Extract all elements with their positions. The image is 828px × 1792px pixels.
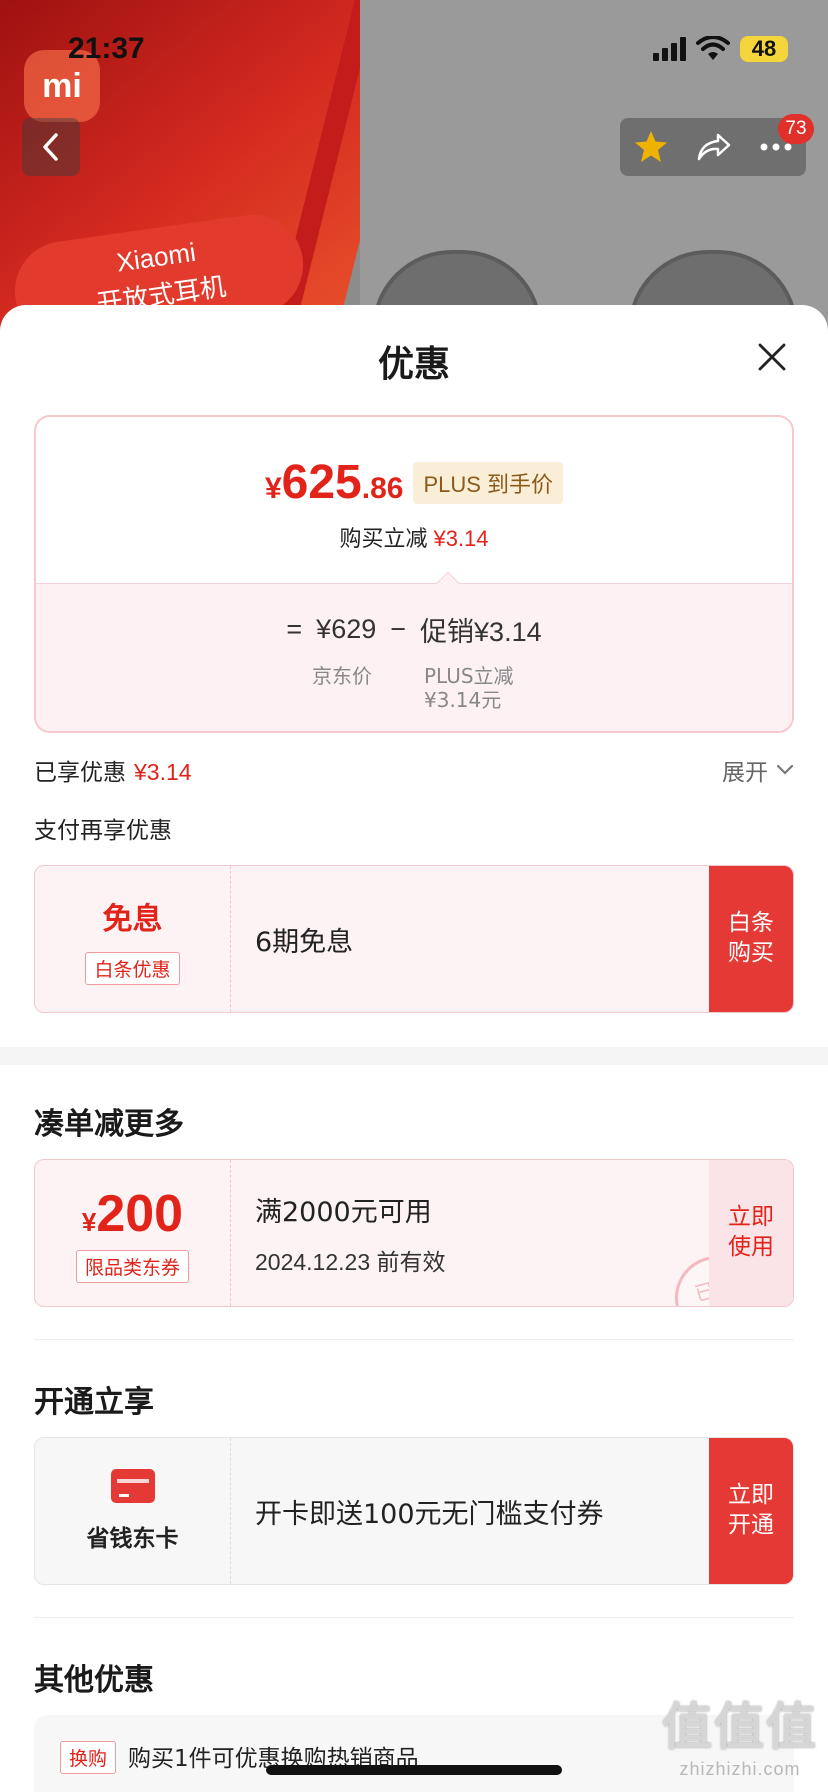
cart-count-badge: 73 [778,114,814,144]
minus-sign: − [390,614,407,644]
section-title-more: 凑单减更多 [34,1107,184,1142]
more-icon[interactable] [759,142,793,152]
wifi-icon [696,36,730,60]
coupon-category-tag: 限品类东券 [75,1249,189,1283]
discount-sheet: 优惠 ¥625.86 PLUS 到手价 购买立减 ¥3.14 = ¥629 − 促… [0,305,828,1792]
use-coupon-button[interactable]: 立即 使用 [709,1160,793,1306]
battery-indicator: 48 [740,36,788,62]
installment-text: 6期免息 [255,926,354,958]
buy-reduce-line: 购买立减 ¥3.14 [339,526,489,552]
baitiao-offer-card: 免息 白条优惠 6期免息 白条 购买 [34,865,794,1013]
enjoyed-discount: 已享优惠 ¥3.14 [34,759,192,786]
status-icons: 48 [653,36,788,62]
jd-price: ¥629 [316,614,377,644]
coupon-amount: ¥200 [81,1184,184,1243]
equals-sign: = [286,614,303,644]
section-divider [0,1047,828,1065]
signal-icon [653,37,686,61]
coupon-expiry: 2024.12.23 前有效 [255,1248,446,1275]
pay-more-label: 支付再享优惠 [34,818,172,844]
baitiao-tag: 白条优惠 [85,951,180,985]
status-time: 21:37 [68,32,145,65]
expand-button[interactable]: 展开 [722,753,794,787]
promo-amount: 促销¥3.14 [420,617,542,647]
savings-card-desc: 开卡即送100元无门槛支付券 [255,1498,604,1530]
plus-reduce-value: ¥3.14元 [424,688,502,712]
price-breakdown: = ¥629 − 促销¥3.14 京东价 PLUS立减 ¥3.14元 [36,583,792,731]
close-button[interactable] [752,337,792,377]
divider [34,1339,794,1340]
site-watermark: 值值值 zhizhizhi.com [662,1698,818,1779]
close-icon [758,343,786,371]
swap-tag: 换购 [60,1741,117,1774]
coupon-card: ¥200 限品类东券 满2000元可用 2024.12.23 前有效 已领 立即… [34,1159,794,1307]
baitiao-buy-button[interactable]: 白条 购买 [709,866,793,1012]
interest-free-title: 免息 [102,901,163,937]
jd-price-label: 京东价 [312,664,372,688]
section-title-other: 其他优惠 [34,1663,154,1698]
card-icon [110,1469,155,1503]
chevron-left-icon [43,133,58,161]
divider [34,1617,794,1618]
price-summary: ¥625.86 PLUS 到手价 购买立减 ¥3.14 [36,417,792,583]
open-card-button[interactable]: 立即 开通 [709,1438,793,1584]
plus-price-tag: PLUS 到手价 [413,462,564,504]
savings-card-offer: 省钱东卡 开卡即送100元无门槛支付券 立即 开通 [34,1437,794,1585]
home-indicator [266,1765,562,1775]
back-button[interactable] [22,118,80,176]
savings-card-label: 省钱东卡 [86,1526,179,1552]
coupon-condition: 满2000元可用 [255,1196,432,1228]
share-icon[interactable] [696,131,732,163]
sheet-title: 优惠 [377,344,450,385]
final-price: ¥625.86 [264,456,404,509]
price-card: ¥625.86 PLUS 到手价 购买立减 ¥3.14 = ¥629 − 促销¥3… [34,415,794,733]
section-title-open: 开通立享 [34,1385,154,1420]
star-icon[interactable] [633,129,669,165]
chevron-down-icon [776,764,794,775]
